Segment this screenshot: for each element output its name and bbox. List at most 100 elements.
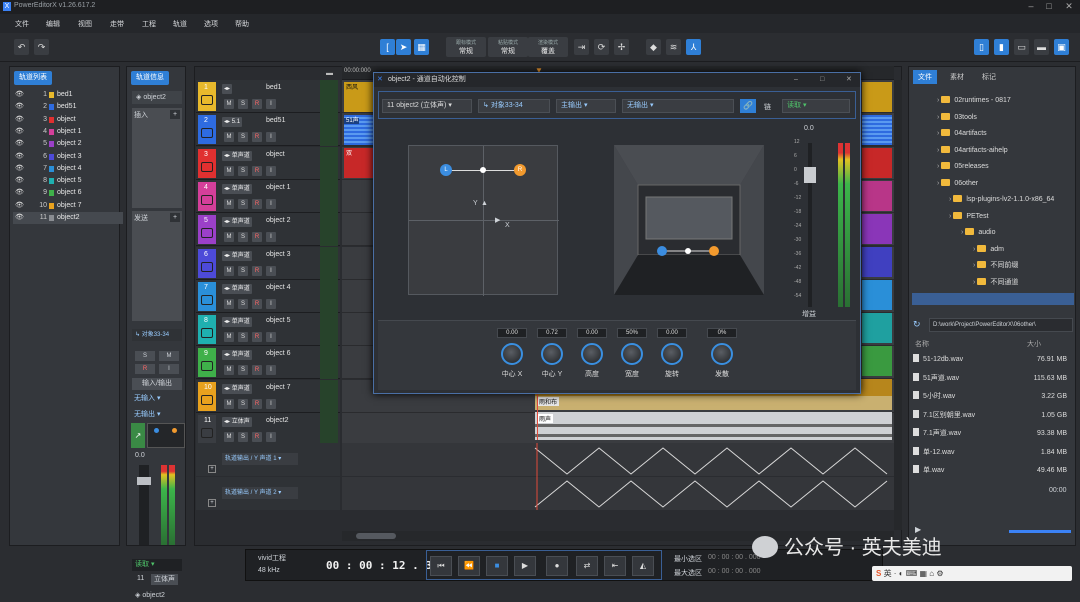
knob-rotation[interactable]: 0.00 旋转 xyxy=(652,328,692,388)
knob-divergence[interactable]: 0% 发散 xyxy=(702,328,742,388)
output-select-dialog[interactable]: 主输出 ▾ xyxy=(556,99,616,113)
folder-item[interactable]: › 04artifacts xyxy=(937,128,987,140)
track-list-item[interactable]: 👁 10 object 7 xyxy=(13,200,123,212)
track-header[interactable]: 10 ◂▸ 单声道 object 7MSRI xyxy=(196,379,340,413)
record-button[interactable]: R xyxy=(252,99,262,109)
file-row[interactable]: 51-12db.wav 76.91 MB xyxy=(913,351,1073,369)
solo-button[interactable]: S xyxy=(238,265,248,276)
solo-button[interactable]: S xyxy=(238,165,248,176)
mute-button[interactable]: M xyxy=(224,232,234,243)
expand-icon[interactable]: + xyxy=(208,499,216,507)
channel-badge[interactable]: ◂▸ 立体声 xyxy=(222,417,252,427)
file-row[interactable]: 7.1区别朝里.wav 1.05 GB xyxy=(913,407,1073,425)
stop-icon[interactable]: ■ xyxy=(486,556,508,576)
speaker-icon[interactable]: ◂▸ xyxy=(222,84,233,94)
solo-button[interactable]: S xyxy=(238,298,248,309)
clip-object[interactable]: 双 xyxy=(344,148,374,178)
menu-options[interactable]: 选项 xyxy=(204,19,218,29)
input-monitor-button[interactable]: I xyxy=(266,332,276,343)
clip-object3-right[interactable] xyxy=(862,247,892,277)
record-button[interactable]: R xyxy=(252,298,262,309)
knob-center-x[interactable]: 0.00 中心 X xyxy=(492,328,532,388)
track-list-item[interactable]: 👁 6 object 3 xyxy=(13,151,123,163)
track-header[interactable]: 7 ◂▸ 单声道 object 4MSRI xyxy=(196,279,340,313)
layout-5-icon[interactable]: ▣ xyxy=(1054,39,1069,55)
clip-bed1[interactable]: 西风 xyxy=(344,82,374,112)
tab-markers[interactable]: 标记 xyxy=(977,70,1001,84)
track-header[interactable]: 1 ◂▸ bed1 M S R I xyxy=(196,80,340,113)
input-monitor-button[interactable]: I xyxy=(159,364,179,374)
visibility-icon[interactable]: 👁 xyxy=(15,151,24,163)
track-header[interactable]: 6 ◂▸ 单声道 object 3MSRI xyxy=(196,246,340,280)
paste-mode-select[interactable]: 粘贴模式 常规 xyxy=(488,37,528,57)
input-monitor-button[interactable]: I xyxy=(266,99,276,109)
track-header[interactable]: 4 ◂▸ 单声道 object 1MSRI xyxy=(196,179,340,213)
undo-icon[interactable]: ↶ xyxy=(14,39,29,55)
refresh-icon[interactable]: ↻ xyxy=(913,319,925,331)
room-center-dot-icon[interactable] xyxy=(685,248,691,254)
minimize-icon[interactable]: – xyxy=(1024,1,1038,13)
room-3d-view[interactable] xyxy=(614,145,764,295)
input-monitor-button[interactable]: I xyxy=(266,265,276,276)
clip-object4-right[interactable] xyxy=(862,280,892,310)
clip-bed51-right[interactable] xyxy=(862,115,892,145)
channel-badge[interactable]: ◂▸ 单声道 xyxy=(222,150,252,161)
track-header[interactable]: 5 ◂▸ 单声道 object 2MSRI xyxy=(196,213,340,247)
play-icon[interactable]: ▶ xyxy=(514,556,536,576)
chevron-icon[interactable]: › xyxy=(937,97,939,104)
track-list-item[interactable]: 👁 7 object 4 xyxy=(13,163,123,175)
knob-center-y[interactable]: 0.72 中心 Y xyxy=(532,328,572,388)
input-monitor-button[interactable]: I xyxy=(266,298,276,309)
mute-button[interactable]: M xyxy=(224,365,234,376)
input-select[interactable]: 无输入 ▾ xyxy=(132,393,182,405)
visibility-icon[interactable]: 👁 xyxy=(15,200,24,212)
chevron-icon[interactable]: › xyxy=(937,147,939,154)
tab-files[interactable]: 文件 xyxy=(913,70,937,84)
follow-mode-select[interactable]: 跟标模式 常规 xyxy=(446,37,486,57)
clip-bed1-right[interactable] xyxy=(862,82,892,112)
solo-button[interactable]: S xyxy=(238,132,248,143)
fader-handle[interactable] xyxy=(137,477,151,485)
tab-assets[interactable]: 素材 xyxy=(945,70,969,84)
record-button[interactable]: R xyxy=(252,398,262,409)
track-list-item[interactable]: 👁 1 bed1 xyxy=(13,89,123,101)
channel-badge[interactable]: ◂▸ 单声道 xyxy=(222,283,252,294)
folder-item[interactable]: › 06other xyxy=(937,178,978,190)
marker-icon[interactable]: ◆ xyxy=(646,39,661,55)
record-button[interactable]: R xyxy=(252,198,262,209)
link-icon[interactable]: 🔗 xyxy=(740,99,756,113)
route-icon[interactable]: ⅄ xyxy=(686,39,701,55)
track-header[interactable]: 11 ◂▸ 立体声 object2 M S R I xyxy=(196,413,340,446)
chevron-icon[interactable]: › xyxy=(937,114,939,121)
mute-button[interactable]: M xyxy=(224,332,234,343)
clip-object6-right[interactable] xyxy=(862,346,892,376)
folder-item[interactable]: › lsp-plugins-lv2-1.1.0-x86_64 xyxy=(949,194,1054,206)
automation-curves[interactable] xyxy=(342,443,894,510)
solo-button[interactable]: S xyxy=(238,198,248,209)
menu-track[interactable]: 轨道 xyxy=(173,19,187,29)
rewind-icon[interactable]: ⏪ xyxy=(458,556,480,576)
mute-button[interactable]: M xyxy=(224,99,234,109)
folder-item[interactable]: › 不同通道 xyxy=(973,277,1018,289)
insert-area[interactable]: 插入 + xyxy=(132,108,182,208)
menu-edit[interactable]: 编辑 xyxy=(46,19,60,29)
col-size-header[interactable]: 大小 xyxy=(1027,339,1041,349)
record-button[interactable]: R xyxy=(252,432,262,442)
solo-button[interactable]: S xyxy=(238,99,248,109)
loop-toggle-icon[interactable]: ⇄ xyxy=(576,556,598,576)
input-monitor-button[interactable]: I xyxy=(266,198,276,209)
dialog-close-icon[interactable]: ✕ xyxy=(846,73,852,87)
automation-mode-select[interactable]: 读取 ▾ xyxy=(132,559,182,571)
track-list-item[interactable]: 👁 8 object 5 xyxy=(13,175,123,187)
clip-object7-wave[interactable]: 雨和布 xyxy=(535,396,892,410)
wave-icon[interactable]: ≋ xyxy=(666,39,681,55)
ime-bar[interactable]: S 英 · ◐ ⌨ ▦ ⌂ ⚙ xyxy=(872,566,1072,581)
layout-1-icon[interactable]: ▯ xyxy=(974,39,989,55)
folder-item[interactable]: › PETest xyxy=(949,211,989,223)
gain-fader-track[interactable] xyxy=(804,143,816,307)
path-input[interactable]: D:\work\Project\PowerEditorX\06other\ xyxy=(929,318,1073,332)
record-button[interactable]: R xyxy=(135,364,155,374)
mute-button[interactable]: M xyxy=(159,351,179,361)
folder-item[interactable]: › 02runtimes - 0817 xyxy=(937,95,1011,107)
folder-item[interactable]: › 不同前缀 xyxy=(973,260,1018,272)
